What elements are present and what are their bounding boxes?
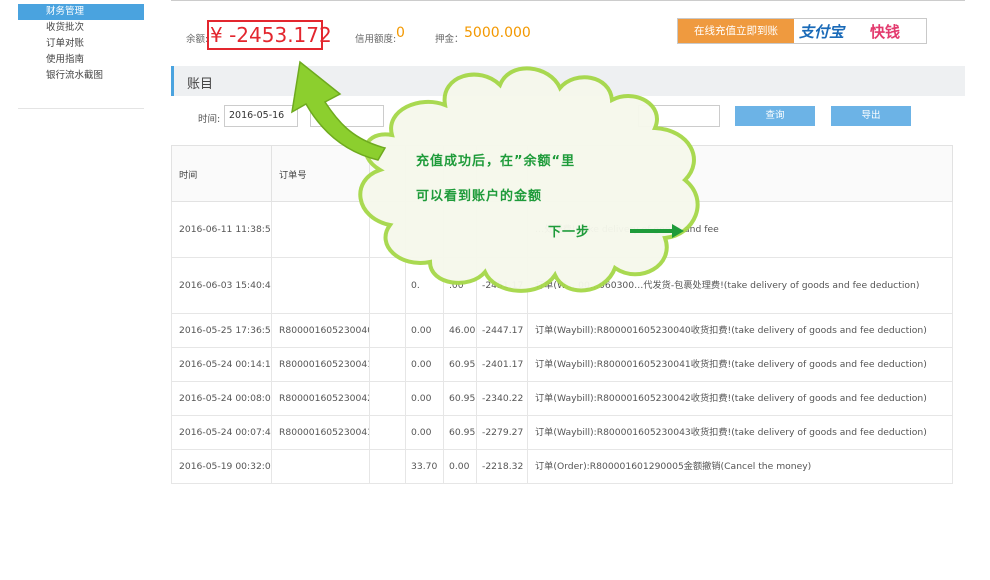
balance-label: 余额: (186, 34, 209, 45)
cell-time: 2016-05-24 00:08:02 (171, 381, 272, 416)
cell: -2447.17 (476, 313, 528, 348)
cell-order (271, 201, 370, 258)
column-header-order: 订单号 (271, 145, 370, 202)
cell-description: …处理费!(take delivery of goods and fee (527, 201, 953, 258)
cell: 0.00 (405, 347, 444, 382)
cell (369, 415, 406, 450)
column-header (369, 145, 406, 202)
table-row: 2016-05-24 00:14:18 R800001605230041 0.0… (171, 347, 953, 382)
callout-line-2: 可以看到账户的金额 (416, 189, 543, 204)
column-header (527, 145, 953, 202)
table-row: 2016-05-24 00:08:02 R800001605230042 0.0… (171, 381, 953, 416)
recharge-banner[interactable]: 在线充值立即到账 支付宝 快钱 (677, 18, 927, 44)
cell (369, 313, 406, 348)
cell-description: 订单(W… 00…060300…代发货-包裹处理费!(take delivery… (527, 257, 953, 314)
cell-description: 订单(Waybill):R800001605230042收货扣费!(take d… (527, 381, 953, 416)
cell: -2401.17 (476, 347, 528, 382)
cell-description: 订单(Waybill):R800001605230043收货扣费!(take d… (527, 415, 953, 450)
cell: 0.00 (405, 381, 444, 416)
cell-time: 2016-06-03 15:40:49 (171, 257, 272, 314)
cell (369, 381, 406, 416)
online-recharge-button[interactable]: 在线充值立即到账 (678, 19, 794, 43)
column-header-time: 时间 (171, 145, 272, 202)
export-button[interactable]: 导出 (831, 106, 911, 126)
sidebar-item-receiving-batch[interactable]: 收货批次 (18, 20, 144, 36)
time-label: 时间: (198, 114, 221, 125)
cell: -2279.27 (476, 415, 528, 450)
cell-order: R800001605230041 (271, 347, 370, 382)
callout-next-step[interactable]: 下一步 (548, 221, 590, 240)
cell (405, 201, 444, 258)
cell (369, 257, 406, 314)
credit-limit-value: 0 (396, 25, 405, 41)
cell: .00 (443, 257, 477, 314)
cell: 0.00 (405, 313, 444, 348)
sidebar-divider (18, 108, 144, 109)
cell (443, 201, 477, 258)
ledger-title: 账目 (187, 77, 214, 92)
cell (369, 449, 406, 484)
ledger-table: 时间 订单号 2016-06-11 11:38:56 …处理费!(take de… (171, 145, 953, 484)
sidebar-item-bank-screenshot[interactable]: 银行流水截图 (18, 68, 144, 84)
sidebar-item-guide[interactable]: 使用指南 (18, 52, 144, 68)
cell-order: R800001605230043 (271, 415, 370, 450)
cell-description: 订单(Waybill):R800001605230041收货扣费!(take d… (527, 347, 953, 382)
deposit-value: 5000.000 (464, 25, 531, 41)
cell: 60.95 (443, 415, 477, 450)
date-to-input[interactable] (310, 105, 384, 127)
cell: -2218.32 (476, 449, 528, 484)
cell-time: 2016-05-24 00:14:18 (171, 347, 272, 382)
cell-order (271, 257, 370, 314)
cell-time: 2016-05-24 00:07:49 (171, 415, 272, 450)
cell: 46.00 (443, 313, 477, 348)
table-row: 2016-05-19 00:32:02 33.70 0.00 -2218.32 … (171, 449, 953, 484)
top-divider (171, 0, 965, 1)
cell (369, 347, 406, 382)
deposit-label: 押金： (435, 34, 464, 45)
table-row: 2016-06-03 15:40:49 0. .00 -2451.17 订单(W… (171, 257, 953, 314)
cell: 0.00 (443, 449, 477, 484)
order-number-input[interactable] (638, 105, 720, 127)
cell: -2451.17 (476, 257, 528, 314)
cell-time: 2016-06-11 11:38:56 (171, 201, 272, 258)
cell (476, 201, 528, 258)
table-row: 2016-05-25 17:36:55 R800001605230040 0.0… (171, 313, 953, 348)
cell-time: 2016-05-25 17:36:55 (171, 313, 272, 348)
cell: -2340.22 (476, 381, 528, 416)
table-row: 2016-05-24 00:07:49 R800001605230043 0.0… (171, 415, 953, 450)
cell: 0.00 (405, 415, 444, 450)
date-from-input[interactable]: 2016-05-16 (224, 105, 298, 127)
alipay-logo[interactable]: 支付宝 (799, 21, 844, 42)
cell: 60.95 (443, 347, 477, 382)
sidebar-item-finance[interactable]: 财务管理 (18, 4, 144, 20)
cell: 0. (405, 257, 444, 314)
cell (369, 201, 406, 258)
sidebar: 财务管理 收货批次 订单对账 使用指南 银行流水截图 (18, 4, 144, 84)
cell-order: R800001605230042 (271, 381, 370, 416)
cell-order: R800001605230040 (271, 313, 370, 348)
search-button[interactable]: 查询 (735, 106, 815, 126)
cell: 33.70 (405, 449, 444, 484)
cell-description: 订单(Waybill):R800001605230040收货扣费!(take d… (527, 313, 953, 348)
cell-time: 2016-05-19 00:32:02 (171, 449, 272, 484)
credit-limit-label: 信用额度: (355, 34, 397, 45)
cell: 60.95 (443, 381, 477, 416)
ledger-section-header: 账目 (171, 66, 965, 96)
cell-description: 订单(Order):R800001601290005金额撤销(Cancel th… (527, 449, 953, 484)
callout-line-1: 充值成功后，在”余额“里 (416, 154, 576, 169)
sidebar-item-order-reconcile[interactable]: 订单对账 (18, 36, 144, 52)
kuaiqian-logo[interactable]: 快钱 (870, 21, 900, 42)
balance-value: ¥ -2453.172 (210, 23, 332, 47)
cell-order (271, 449, 370, 484)
